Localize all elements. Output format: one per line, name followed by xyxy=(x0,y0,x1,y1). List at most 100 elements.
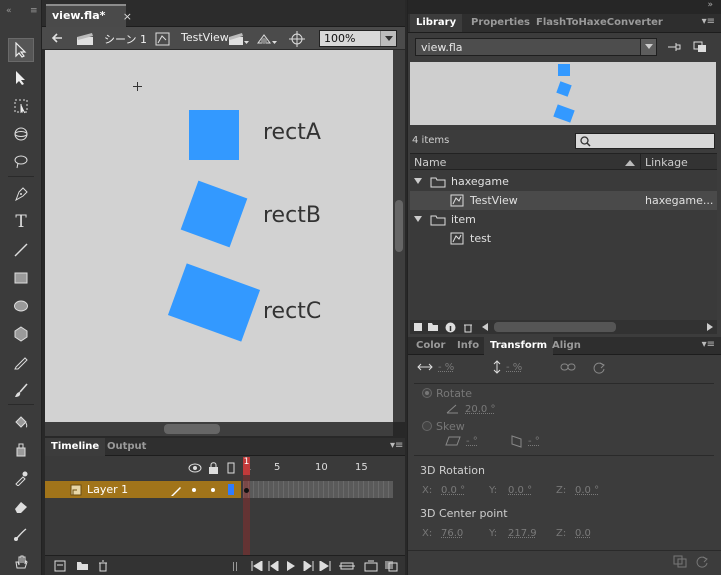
outline-icon[interactable] xyxy=(226,461,236,474)
scale-height-value[interactable]: - % xyxy=(506,362,522,373)
column-linkage[interactable]: Linkage xyxy=(645,156,688,169)
delete-icon[interactable] xyxy=(462,321,474,333)
rectangle-tool-icon[interactable] xyxy=(8,266,34,290)
tab-color[interactable]: Color xyxy=(410,337,451,355)
chevron-down-icon[interactable] xyxy=(380,31,396,46)
delete-layer-icon[interactable] xyxy=(97,559,109,572)
library-horizontal-scroll-thumb[interactable] xyxy=(494,322,616,332)
edit-symbols-icon[interactable] xyxy=(256,30,278,47)
bone-tool-icon[interactable] xyxy=(8,522,34,546)
brush-tool-icon[interactable] xyxy=(8,378,34,402)
tab-output[interactable]: Output xyxy=(101,438,152,456)
center-3d-x-value[interactable]: 76.0 xyxy=(441,528,463,539)
scale-width-value[interactable]: - % xyxy=(438,362,454,373)
new-layer-icon[interactable] xyxy=(53,559,66,572)
column-divider[interactable] xyxy=(640,154,641,169)
tab-properties[interactable]: Properties xyxy=(465,14,536,32)
polystar-tool-icon[interactable] xyxy=(8,322,34,346)
loop-icon[interactable] xyxy=(337,559,357,572)
pin-library-icon[interactable] xyxy=(666,40,682,54)
zoom-select[interactable]: 100% xyxy=(319,30,397,47)
skew-radio[interactable] xyxy=(422,421,432,431)
stage-horizontal-scroll-thumb[interactable] xyxy=(164,424,220,434)
tab-info[interactable]: Info xyxy=(451,337,485,355)
library-row-item[interactable]: item xyxy=(410,210,717,229)
scroll-right-icon[interactable] xyxy=(705,321,715,333)
play-icon[interactable] xyxy=(285,560,297,572)
lock-dot[interactable] xyxy=(211,488,215,492)
reset-scale-icon[interactable] xyxy=(592,360,606,374)
reset-transform-icon[interactable] xyxy=(695,554,711,569)
rotate-value[interactable]: 20.0 ° xyxy=(465,404,495,415)
stage[interactable]: rectA rectB rectC xyxy=(45,50,393,422)
symbol-breadcrumb[interactable]: TestView xyxy=(181,31,229,44)
column-name[interactable]: Name xyxy=(414,156,446,169)
ink-bottle-tool-icon[interactable] xyxy=(8,438,34,462)
eyedropper-tool-icon[interactable] xyxy=(8,466,34,490)
go-to-last-frame-icon[interactable] xyxy=(318,560,332,572)
expand-arrow-icon[interactable] xyxy=(414,177,422,185)
rotate-radio[interactable] xyxy=(422,388,432,398)
library-search-input[interactable] xyxy=(575,133,715,149)
rect-b-shape[interactable] xyxy=(180,180,248,248)
subselection-tool-icon[interactable] xyxy=(8,66,34,90)
new-symbol-icon[interactable] xyxy=(412,321,424,333)
oval-tool-icon[interactable] xyxy=(8,294,34,318)
free-transform-tool-icon[interactable] xyxy=(8,94,34,118)
chevron-down-icon[interactable] xyxy=(640,39,656,55)
new-library-panel-icon[interactable] xyxy=(692,40,708,54)
rect-c-shape[interactable] xyxy=(167,263,261,342)
step-forward-icon[interactable] xyxy=(301,560,315,572)
go-to-first-frame-icon[interactable] xyxy=(250,560,264,572)
tab-flash-to-haxe-converter[interactable]: FlashToHaxeConverter xyxy=(530,14,669,32)
properties-icon[interactable] xyxy=(444,321,456,333)
new-folder-icon[interactable] xyxy=(426,321,440,333)
scene-breadcrumb[interactable]: シーン 1 xyxy=(104,31,147,47)
collapse-dock-icon[interactable]: » xyxy=(707,0,713,10)
frames-grid[interactable] xyxy=(243,481,393,498)
eye-icon[interactable] xyxy=(188,462,202,474)
center-3d-z-value[interactable]: 0.0 xyxy=(575,528,591,539)
panel-menu-icon[interactable]: ≡ xyxy=(30,6,38,16)
close-tab-icon[interactable]: × xyxy=(123,10,132,23)
tab-library[interactable]: Library xyxy=(410,14,463,32)
center-3d-y-value[interactable]: 217.9 xyxy=(508,528,537,539)
panel-menu-icon[interactable]: ▾≡ xyxy=(702,16,715,27)
tab-transform[interactable]: Transform xyxy=(484,337,554,355)
rotation-3d-z-value[interactable]: 0.0 ° xyxy=(575,485,599,496)
visibility-dot[interactable] xyxy=(192,488,196,492)
library-document-select[interactable]: view.fla xyxy=(415,38,657,56)
rotation-3d-x-value[interactable]: 0.0 ° xyxy=(441,485,465,496)
document-tab[interactable]: view.fla* × xyxy=(46,4,132,27)
center-stage-icon[interactable] xyxy=(289,30,305,47)
splitter-icon[interactable] xyxy=(233,562,237,571)
hand-tool-icon[interactable] xyxy=(8,550,34,574)
lasso-tool-icon[interactable] xyxy=(8,150,34,174)
line-tool-icon[interactable] xyxy=(8,238,34,262)
library-row-test[interactable]: test xyxy=(410,229,717,248)
panel-menu-icon[interactable]: ▾≡ xyxy=(390,440,403,451)
paint-bucket-tool-icon[interactable] xyxy=(8,410,34,434)
eraser-tool-icon[interactable] xyxy=(8,494,34,518)
stage-vertical-scroll-thumb[interactable] xyxy=(395,200,403,252)
library-row-haxegame[interactable]: haxegame xyxy=(410,172,717,191)
panel-menu-icon[interactable]: ▾≡ xyxy=(702,339,715,350)
outline-color-swatch[interactable] xyxy=(228,484,234,495)
constrain-link-icon[interactable] xyxy=(560,361,576,373)
skew-vertical-value[interactable]: - ° xyxy=(528,436,540,447)
sort-ascending-icon[interactable] xyxy=(624,157,636,167)
rotation-3d-y-value[interactable]: 0.0 ° xyxy=(508,485,532,496)
center-frame-icon[interactable] xyxy=(363,559,379,572)
text-tool-icon[interactable]: T xyxy=(8,210,34,234)
expand-arrow-icon[interactable] xyxy=(414,215,422,223)
duplicate-and-apply-icon[interactable] xyxy=(672,554,688,569)
rect-a-shape[interactable] xyxy=(189,110,239,160)
tab-align[interactable]: Align xyxy=(546,337,587,355)
edit-scene-icon[interactable] xyxy=(228,30,250,47)
library-row-testview[interactable]: TestView haxegame... xyxy=(410,191,717,210)
back-arrow-icon[interactable] xyxy=(50,31,64,45)
step-back-icon[interactable] xyxy=(267,560,281,572)
onion-skin-icon[interactable] xyxy=(383,559,399,572)
tab-timeline[interactable]: Timeline xyxy=(45,438,106,456)
layer-name[interactable]: Layer 1 xyxy=(87,483,128,496)
